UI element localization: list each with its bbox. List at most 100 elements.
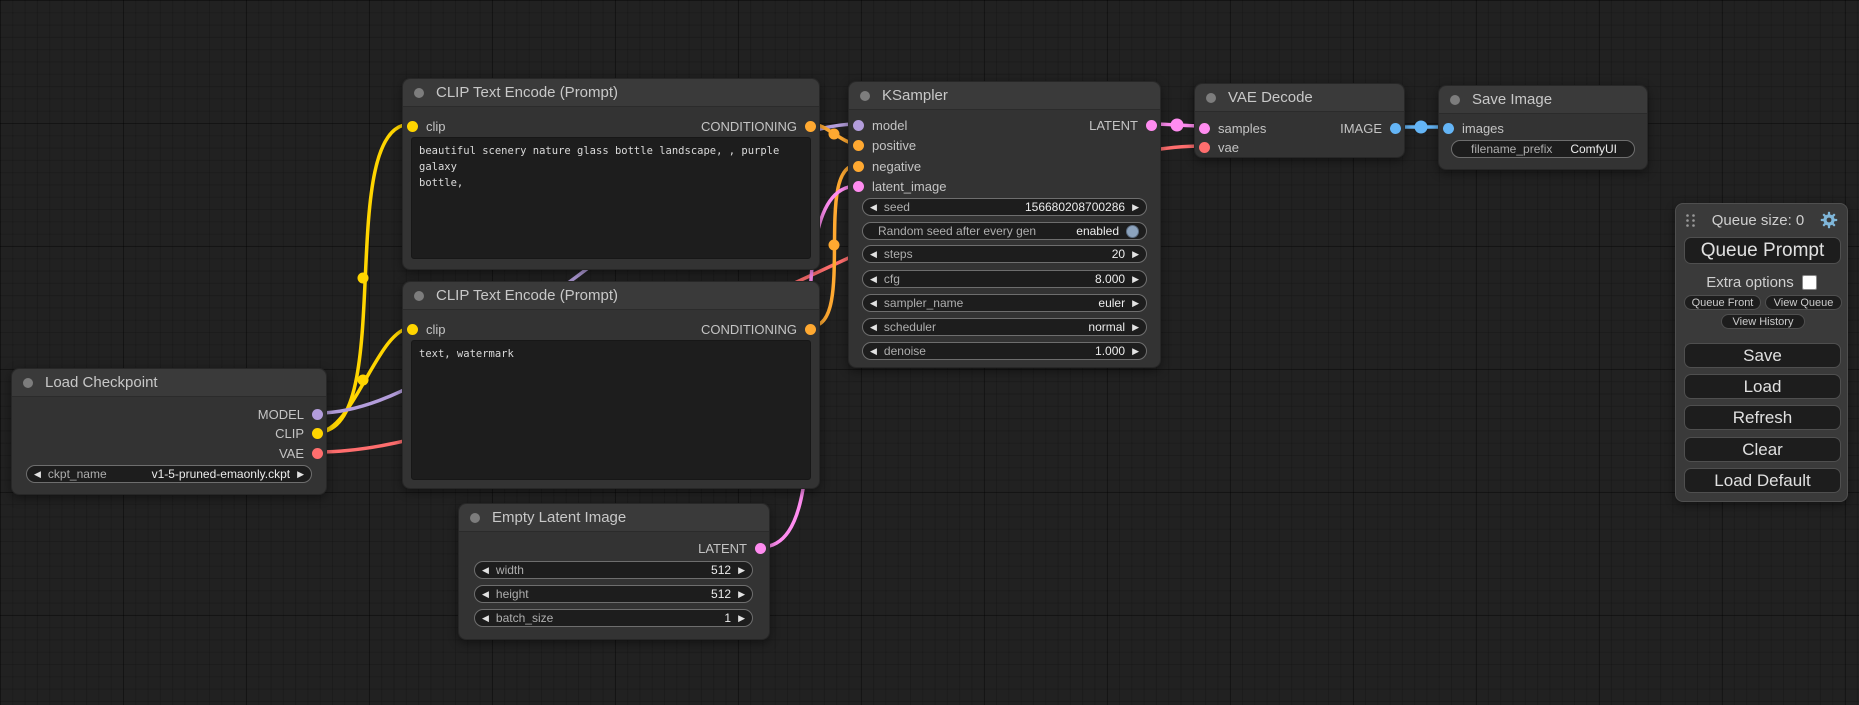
queue-prompt-button[interactable]: Queue Prompt [1684, 237, 1841, 264]
node-title-bar[interactable]: CLIP Text Encode (Prompt) [403, 79, 819, 107]
output-label: CONDITIONING [701, 119, 797, 134]
output-slot-model: MODEL [258, 405, 323, 423]
decrement-arrow-icon[interactable]: ◀ [482, 566, 489, 575]
sampler-name-widget[interactable]: ◀ sampler_name euler ▶ [862, 294, 1147, 312]
conditioning-port-icon[interactable] [805, 121, 816, 132]
decrement-arrow-icon[interactable]: ◀ [870, 203, 877, 212]
random-seed-widget[interactable]: Random seed after every gen enabled [862, 222, 1147, 240]
clip-port-icon[interactable] [407, 324, 418, 335]
save-button[interactable]: Save [1684, 343, 1841, 368]
widget-value: 8.000 [1095, 272, 1125, 286]
conditioning-port-icon[interactable] [805, 324, 816, 335]
collapse-dot-icon[interactable] [1450, 95, 1460, 105]
increment-arrow-icon[interactable]: ▶ [1132, 203, 1139, 212]
decrement-arrow-icon[interactable]: ◀ [870, 347, 877, 356]
collapse-dot-icon[interactable] [470, 513, 480, 523]
input-label: clip [426, 119, 446, 134]
widget-label: Random seed after every gen [878, 224, 1036, 238]
toggle-knob-icon[interactable] [1126, 225, 1139, 238]
node-clip-text-encode-positive[interactable]: CLIP Text Encode (Prompt) clip CONDITION… [402, 78, 820, 270]
output-label: LATENT [1089, 118, 1138, 133]
conditioning-port-icon[interactable] [853, 161, 864, 172]
view-history-button[interactable]: View History [1721, 314, 1805, 329]
latent-port-icon[interactable] [853, 181, 864, 192]
seed-widget[interactable]: ◀ seed 156680208700286 ▶ [862, 198, 1147, 216]
node-title-bar[interactable]: KSampler [849, 82, 1160, 110]
filename-prefix-widget[interactable]: filename_prefix ComfyUI [1451, 140, 1635, 158]
steps-widget[interactable]: ◀ steps 20 ▶ [862, 245, 1147, 263]
node-title-bar[interactable]: VAE Decode [1195, 84, 1404, 112]
increment-arrow-icon[interactable]: ▶ [738, 590, 745, 599]
latent-port-icon[interactable] [1146, 120, 1157, 131]
height-widget[interactable]: ◀ height 512 ▶ [474, 585, 753, 603]
load-default-button[interactable]: Load Default [1684, 468, 1841, 493]
positive-prompt-textarea[interactable]: beautiful scenery nature glass bottle la… [411, 137, 811, 259]
extra-options-checkbox[interactable] [1802, 275, 1817, 290]
decrement-arrow-icon[interactable]: ◀ [870, 299, 877, 308]
node-empty-latent-image[interactable]: Empty Latent Image LATENT ◀ width 512 ▶ … [458, 503, 770, 640]
ckpt-name-widget[interactable]: ◀ ckpt_name v1-5-pruned-emaonly.ckpt ▶ [26, 465, 312, 483]
batch-size-widget[interactable]: ◀ batch_size 1 ▶ [474, 609, 753, 627]
collapse-dot-icon[interactable] [1206, 93, 1216, 103]
queue-panel: Queue size: 0 Queue Prompt Extra options… [1675, 203, 1848, 502]
refresh-button[interactable]: Refresh [1684, 405, 1841, 430]
clip-port-icon[interactable] [407, 121, 418, 132]
increment-arrow-icon[interactable]: ▶ [1132, 250, 1139, 259]
conditioning-port-icon[interactable] [853, 140, 864, 151]
clip-port-icon[interactable] [312, 428, 323, 439]
vae-port-icon[interactable] [312, 448, 323, 459]
load-button[interactable]: Load [1684, 374, 1841, 399]
view-queue-button[interactable]: View Queue [1765, 295, 1842, 310]
clear-button[interactable]: Clear [1684, 437, 1841, 462]
node-title-bar[interactable]: CLIP Text Encode (Prompt) [403, 282, 819, 310]
latent-port-icon[interactable] [1199, 123, 1210, 134]
collapse-dot-icon[interactable] [414, 88, 424, 98]
collapse-dot-icon[interactable] [414, 291, 424, 301]
widget-value: normal [1088, 320, 1125, 334]
decrement-arrow-icon[interactable]: ◀ [34, 470, 41, 479]
node-load-checkpoint[interactable]: Load Checkpoint MODEL CLIP VAE ◀ ckpt_na… [11, 368, 327, 495]
drag-handle-icon[interactable] [1685, 213, 1696, 228]
node-title-bar[interactable]: Save Image [1439, 86, 1647, 114]
collapse-dot-icon[interactable] [23, 378, 33, 388]
node-title: KSampler [882, 87, 948, 104]
node-title-bar[interactable]: Load Checkpoint [12, 369, 326, 397]
queue-front-button[interactable]: Queue Front [1684, 295, 1761, 310]
collapse-dot-icon[interactable] [860, 91, 870, 101]
model-port-icon[interactable] [853, 120, 864, 131]
increment-arrow-icon[interactable]: ▶ [738, 614, 745, 623]
increment-arrow-icon[interactable]: ▶ [738, 566, 745, 575]
negative-prompt-textarea[interactable]: text, watermark [411, 340, 811, 480]
decrement-arrow-icon[interactable]: ◀ [870, 323, 877, 332]
input-label: images [1462, 121, 1504, 136]
increment-arrow-icon[interactable]: ▶ [1132, 275, 1139, 284]
decrement-arrow-icon[interactable]: ◀ [870, 250, 877, 259]
settings-gear-icon[interactable] [1820, 211, 1838, 229]
output-slot-latent: LATENT [698, 539, 766, 557]
denoise-widget[interactable]: ◀ denoise 1.000 ▶ [862, 342, 1147, 360]
node-save-image[interactable]: Save Image images filename_prefix ComfyU… [1438, 85, 1648, 170]
decrement-arrow-icon[interactable]: ◀ [870, 275, 877, 284]
width-widget[interactable]: ◀ width 512 ▶ [474, 561, 753, 579]
model-port-icon[interactable] [312, 409, 323, 420]
increment-arrow-icon[interactable]: ▶ [1132, 323, 1139, 332]
decrement-arrow-icon[interactable]: ◀ [482, 614, 489, 623]
scheduler-widget[interactable]: ◀ scheduler normal ▶ [862, 318, 1147, 336]
decrement-arrow-icon[interactable]: ◀ [482, 590, 489, 599]
widget-label: scheduler [884, 320, 936, 334]
node-ksampler[interactable]: KSampler model positive negative latent_… [848, 81, 1161, 368]
node-title-bar[interactable]: Empty Latent Image [459, 504, 769, 532]
image-port-icon[interactable] [1443, 123, 1454, 134]
increment-arrow-icon[interactable]: ▶ [1132, 347, 1139, 356]
input-slot-latent-image: latent_image [853, 177, 946, 195]
increment-arrow-icon[interactable]: ▶ [297, 470, 304, 479]
latent-port-icon[interactable] [755, 543, 766, 554]
node-vae-decode[interactable]: VAE Decode samples vae IMAGE [1194, 83, 1405, 158]
cfg-widget[interactable]: ◀ cfg 8.000 ▶ [862, 270, 1147, 288]
increment-arrow-icon[interactable]: ▶ [1132, 299, 1139, 308]
vae-port-icon[interactable] [1199, 142, 1210, 153]
input-label: latent_image [872, 179, 946, 194]
node-clip-text-encode-negative[interactable]: CLIP Text Encode (Prompt) clip CONDITION… [402, 281, 820, 489]
widget-label: filename_prefix [1471, 142, 1552, 156]
image-port-icon[interactable] [1390, 123, 1401, 134]
